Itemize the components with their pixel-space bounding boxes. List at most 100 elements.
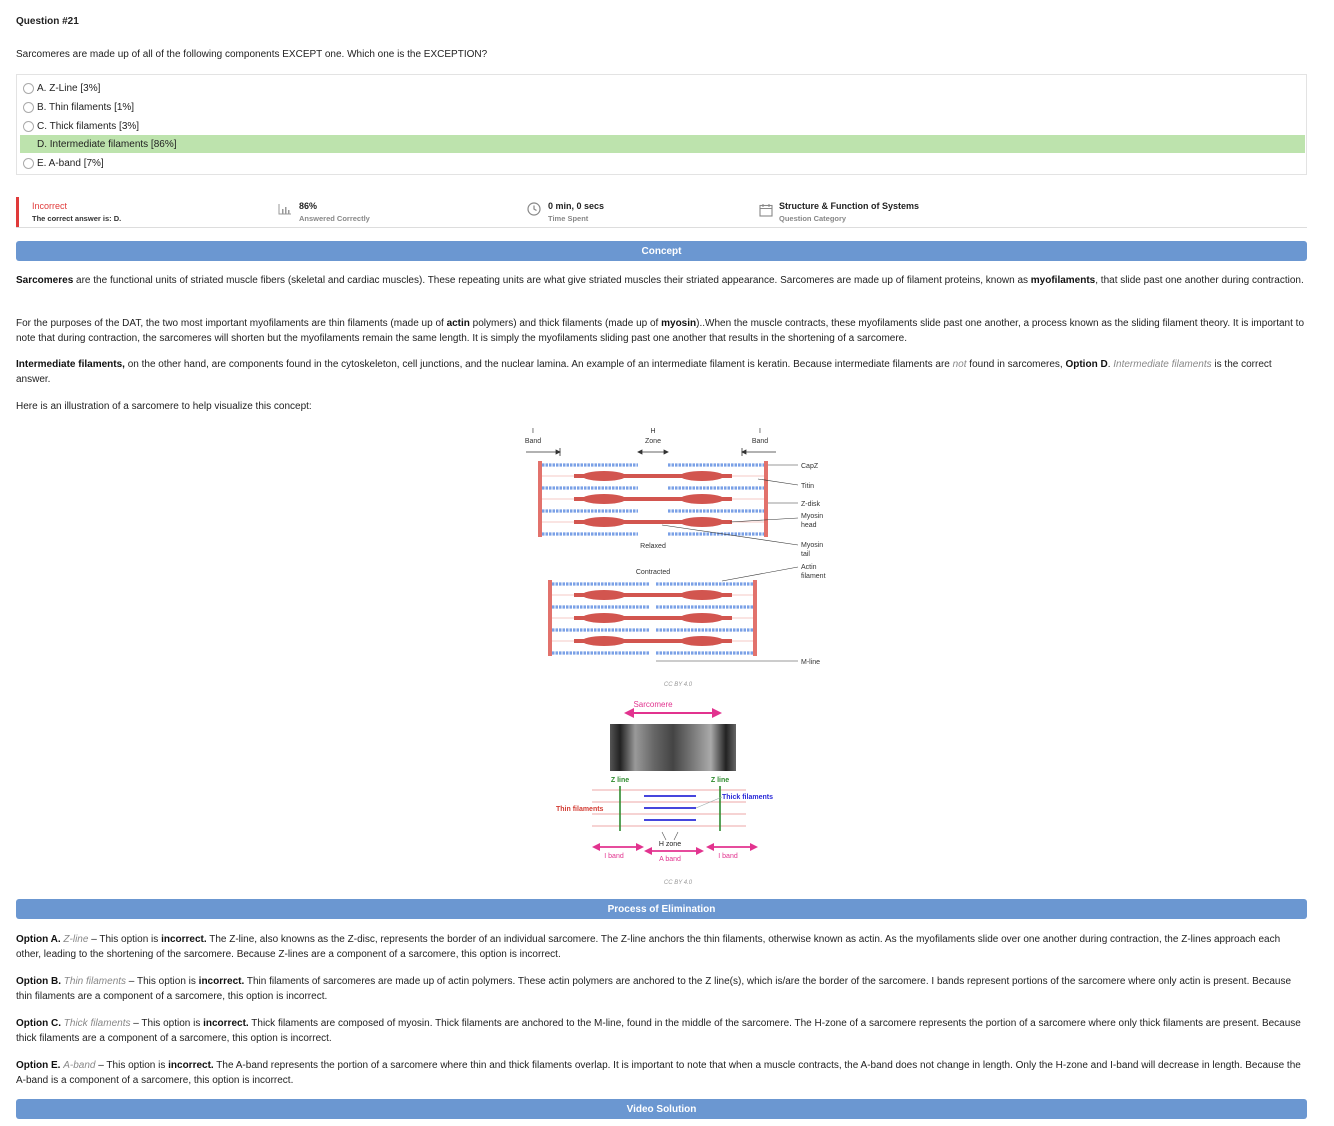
bar-chart-icon bbox=[278, 204, 291, 215]
text: – This option is bbox=[126, 976, 199, 987]
label-myosin-head-1: Myosin bbox=[801, 513, 823, 520]
radio-button[interactable] bbox=[23, 120, 34, 132]
calendar-icon bbox=[759, 204, 773, 217]
term-sarcomeres: Sarcomeres bbox=[16, 275, 74, 286]
text: are the functional units of striated mus… bbox=[73, 275, 1031, 286]
contracted-sarcomere bbox=[548, 580, 757, 656]
label-z-line-right: Z line bbox=[711, 777, 729, 784]
incorrect-label: incorrect. bbox=[168, 1060, 214, 1071]
percent-value: 86% bbox=[299, 201, 318, 211]
choice-d-correct[interactable]: D. Intermediate filaments [86%] bbox=[20, 135, 1305, 153]
radio-button[interactable] bbox=[23, 101, 34, 113]
time-value: 0 min, 0 secs bbox=[548, 201, 605, 211]
label-myosin-tail-1: Myosin bbox=[801, 542, 823, 549]
sarcomere-micrograph-diagram: Sarcomere Z line Z line Thick filaments … bbox=[556, 700, 773, 886]
text: – This option is bbox=[88, 934, 162, 945]
category-value: Structure & Function of Systems bbox=[779, 201, 920, 211]
label-z-line-left: Z line bbox=[611, 777, 629, 784]
text: polymers) and thick filaments (made up o… bbox=[469, 318, 662, 329]
result-stats: Incorrect The correct answer is: D. 86% … bbox=[16, 197, 1307, 228]
label-myosin-tail-2: tail bbox=[801, 551, 810, 558]
term-actin: actin bbox=[446, 318, 470, 329]
incorrect-label: incorrect. bbox=[161, 934, 207, 945]
option-term: Thick filaments bbox=[63, 1018, 131, 1029]
option-term: A-band bbox=[63, 1060, 96, 1071]
choice-a[interactable]: A. Z-Line [3%] bbox=[20, 79, 1305, 97]
option-term: Thin filaments bbox=[63, 976, 127, 987]
choice-label: A. Z-Line [3%] bbox=[37, 82, 101, 94]
time-sub: Time Spent bbox=[548, 214, 589, 223]
label-band-left: Band bbox=[525, 438, 541, 445]
choice-label: D. Intermediate filaments [86%] bbox=[37, 138, 177, 150]
choice-label: E. A-band [7%] bbox=[37, 157, 104, 169]
choice-label: B. Thin filaments [1%] bbox=[37, 101, 135, 113]
elimination-option-e: Option E. A-band – This option is incorr… bbox=[16, 1058, 1307, 1088]
label-i-band-left: I band bbox=[604, 853, 624, 860]
label-myosin-head-2: head bbox=[801, 522, 817, 529]
question-title: Question #21 bbox=[16, 16, 79, 27]
radio-button[interactable] bbox=[23, 82, 34, 94]
term-myosin: myosin bbox=[661, 318, 697, 329]
question-text: Sarcomeres are made up of all of the fol… bbox=[16, 49, 488, 60]
elimination-option-b: Option B. Thin filaments – This option i… bbox=[16, 974, 1307, 1004]
choice-label: C. Thick filaments [3%] bbox=[37, 120, 140, 132]
incorrect-label: incorrect. bbox=[198, 976, 245, 987]
label-contracted: Contracted bbox=[636, 569, 670, 576]
label-zone: Zone bbox=[645, 438, 661, 445]
label-i-band-right: I band bbox=[718, 853, 738, 860]
result-label: Incorrect bbox=[32, 201, 68, 211]
label-actin-2: filament bbox=[801, 573, 826, 580]
term-myofilaments: myofilaments bbox=[1030, 275, 1096, 286]
option-label: Option C. bbox=[16, 1018, 61, 1029]
text: found in sarcomeres, bbox=[966, 359, 1066, 370]
radio-button[interactable] bbox=[23, 157, 34, 169]
label-m-line: M-line bbox=[801, 659, 820, 666]
option-term: Z-line bbox=[63, 934, 89, 945]
label-band-right: Band bbox=[752, 438, 768, 445]
text: – This option is bbox=[95, 1060, 169, 1071]
relaxed-sarcomere: Relaxed bbox=[538, 461, 768, 550]
label-h-zone: H zone bbox=[659, 841, 681, 848]
text: on the other hand, are components found … bbox=[124, 359, 953, 370]
elimination-option-c: Option C. Thick filaments – This option … bbox=[16, 1016, 1307, 1046]
text: For the purposes of the DAT, the two mos… bbox=[16, 318, 447, 329]
term-intermediate: Intermediate filaments, bbox=[16, 359, 125, 370]
section-elimination[interactable]: Process of Elimination bbox=[16, 899, 1307, 919]
radio-button[interactable] bbox=[23, 139, 34, 150]
percent-sub: Answered Correctly bbox=[299, 214, 370, 223]
figure2-credit: CC BY 4.0 bbox=[664, 880, 693, 886]
label-capz: CapZ bbox=[801, 463, 819, 470]
label-h: H bbox=[650, 428, 655, 435]
figure1-credit: CC BY 4.0 bbox=[664, 682, 693, 688]
choice-e[interactable]: E. A-band [7%] bbox=[20, 154, 1305, 172]
emphasis: not bbox=[952, 359, 967, 370]
choice-c[interactable]: C. Thick filaments [3%] bbox=[20, 117, 1305, 135]
emphasis: Intermediate filaments bbox=[1113, 359, 1212, 370]
result-sub: The correct answer is: D. bbox=[32, 214, 122, 223]
concept-paragraph-2: For the purposes of the DAT, the two mos… bbox=[16, 316, 1307, 346]
label-a-band: A band bbox=[659, 856, 681, 863]
option-label: Option B. bbox=[16, 976, 61, 987]
answer-choices: A. Z-Line [3%] B. Thin filaments [1%] C.… bbox=[16, 74, 1307, 175]
category-sub: Question Category bbox=[779, 214, 847, 223]
clock-icon bbox=[527, 202, 541, 216]
option-label: Option E. bbox=[16, 1060, 61, 1071]
concept-paragraph-3: Intermediate filaments, on the other han… bbox=[16, 357, 1307, 387]
label-actin-1: Actin bbox=[801, 564, 817, 571]
label-relaxed: Relaxed bbox=[640, 543, 666, 550]
label-thin-filaments: Thin filaments bbox=[556, 806, 604, 813]
label-z-disk: Z-disk bbox=[801, 501, 821, 508]
choice-b[interactable]: B. Thin filaments [1%] bbox=[20, 98, 1305, 116]
concept-paragraph-4: Here is an illustration of a sarcomere t… bbox=[16, 401, 312, 412]
text: , that slide past one another during con… bbox=[1095, 275, 1304, 286]
micrograph-image bbox=[610, 724, 736, 771]
section-concept[interactable]: Concept bbox=[16, 241, 1307, 261]
label-i-top-left: I bbox=[532, 428, 534, 435]
incorrect-indicator bbox=[16, 197, 19, 227]
concept-paragraph-1: Sarcomeres are the functional units of s… bbox=[16, 273, 1307, 288]
label-sarcomere: Sarcomere bbox=[633, 700, 673, 709]
option-label: Option A. bbox=[16, 934, 61, 945]
section-video-solution[interactable]: Video Solution bbox=[16, 1099, 1307, 1119]
incorrect-label: incorrect. bbox=[203, 1018, 249, 1029]
sarcomere-diagram: I Band H Zone I Band Relaxed CapZ Titin … bbox=[525, 428, 826, 688]
